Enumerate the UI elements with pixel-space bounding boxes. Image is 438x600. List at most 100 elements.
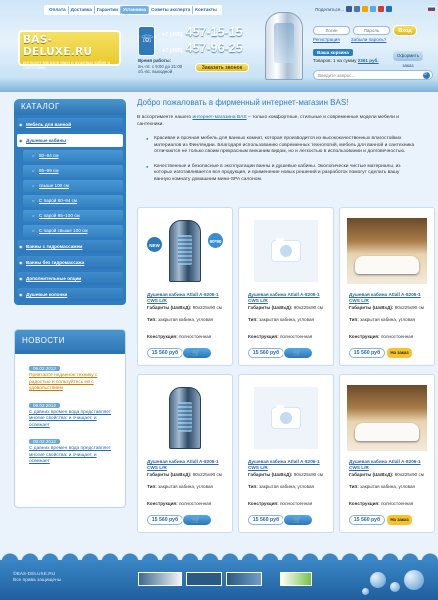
product-construction: Конструкция: полностоенная	[248, 334, 313, 339]
product-card[interactable]: Душевая кабина Atlall A-8206-1 CWS L/R Г…	[137, 374, 233, 533]
add-to-cart-button[interactable]	[283, 347, 313, 359]
product-size: Габариты (ШхВхД): 90х225х90 см	[349, 305, 424, 310]
register-link[interactable]: Регистрация	[313, 37, 340, 42]
product-title[interactable]: Душевая кабина Atlall A-8206-1 CWS L/R	[248, 459, 330, 471]
catalog-subitem[interactable]: 80–94 см	[23, 150, 123, 162]
nav-installation-link[interactable]: Установка	[120, 6, 150, 14]
counter-badge[interactable]	[226, 572, 262, 586]
add-to-cart-button[interactable]	[182, 347, 212, 359]
store-link[interactable]: интернет-магазина BAS	[192, 115, 246, 120]
twitter-icon[interactable]	[370, 6, 377, 12]
product-title[interactable]: Душевая кабина Atlall A-8206-1 CWS L/R	[349, 459, 431, 471]
order-call-button[interactable]: Заказать звонок	[195, 63, 249, 72]
top-navigation: Оплата Доставка Гарантии Установка Совет…	[44, 5, 222, 15]
product-title[interactable]: Душевая кабина Atlall A-8206-1 CWS L/R	[248, 292, 330, 304]
site-logo[interactable]: BAS-DELUXE.RU интернет-магазин ванн и ду…	[18, 30, 121, 70]
search-input[interactable]: Введите запрос...	[318, 73, 355, 78]
product-construction: Конструкция: полностоенная	[349, 501, 414, 506]
phone-block: +7 (495) 457-15-15 +7 (495) 457-96-25	[138, 24, 250, 60]
catalog-item-shower-columns[interactable]: Душевые колонки	[17, 288, 123, 301]
basket-title[interactable]: Ваша корзина	[313, 49, 353, 56]
phone-code: +7 (495)	[162, 48, 183, 54]
news-list: 09.02.2012 Приятайте неданное технику с …	[15, 354, 125, 466]
news-link[interactable]: С давних времен вода представляет многие…	[29, 446, 111, 464]
catalog-item-furniture[interactable]: Мебель для ванной	[17, 118, 123, 131]
vk-icon[interactable]	[354, 6, 361, 12]
news-link[interactable]: С давних времен вода представляет многие…	[29, 410, 111, 428]
language-flag-icon[interactable]	[428, 6, 435, 11]
catalog-item-baths[interactable]: Ванны без гидромассажа	[17, 256, 123, 269]
product-card[interactable]: NEW 90*90 Душевая кабина Atlall A-8206-1 …	[137, 207, 233, 366]
catalog-item-shower-cabins[interactable]: Душевые кабины	[17, 134, 123, 147]
nav-payment-link[interactable]: Оплата	[47, 6, 69, 14]
on-order-badge: На заказ	[387, 348, 412, 358]
forgot-password-link[interactable]: Забыли пароль?	[351, 37, 386, 42]
product-size: Габариты (ШхВхД): 90х225х90 см	[147, 305, 222, 310]
catalog-subitem[interactable]: С парой 95–100 см	[23, 210, 123, 222]
catalog-subitem[interactable]: С парой свыше 100 см	[23, 225, 123, 237]
basket-block: Ваша корзина Товаров: 1 на сумму 2361 ру…	[313, 49, 423, 68]
product-card[interactable]: Душевая кабина Atlall A-8206-1 CWS L/R Г…	[339, 207, 435, 366]
logo-name: BAS-DELUXE.RU	[23, 34, 93, 58]
main-content: Добро пожаловать в фирменный интернет-ма…	[137, 98, 435, 533]
add-to-cart-button[interactable]	[182, 514, 212, 526]
facebook-icon[interactable]	[346, 6, 353, 12]
product-price: 15 560 руб	[349, 515, 385, 525]
basket-sum[interactable]: 2361 руб.	[358, 58, 379, 63]
product-price: 15 560 руб	[349, 348, 385, 358]
intro-before: В ассортименте нашего	[137, 115, 193, 120]
intro-text: В ассортименте нашего интернет-магазина …	[137, 115, 423, 128]
product-image[interactable]	[169, 220, 201, 282]
product-construction: Конструкция: полностоенная	[147, 334, 212, 339]
product-title[interactable]: Душевая кабина Atlall A-8206-1 CWS L/R	[349, 292, 431, 304]
catalog-item-options[interactable]: Дополнительные опции	[17, 272, 123, 285]
catalog-title: КАТАЛОГ	[14, 99, 126, 115]
nav-expert-tips-link[interactable]: Советы эксперта	[149, 6, 194, 14]
product-card[interactable]: Душевая кабина Atlall A-8206-1 CWS L/R Г…	[238, 207, 334, 366]
catalog-subitem[interactable]: 95–99 см	[23, 165, 123, 177]
checkout-button[interactable]: Оформить заказ	[393, 51, 423, 68]
product-type: Тип: закрытая кабина, угловая	[349, 484, 416, 489]
mail-icon[interactable]	[386, 6, 393, 12]
add-to-cart-button[interactable]	[283, 514, 313, 526]
footer-copyright: ©BAS-DELUXE.RU Все права защищены	[13, 572, 61, 584]
product-image-placeholder[interactable]	[254, 387, 318, 449]
product-photo	[347, 218, 427, 284]
basket-count: Товаров: 1 на сумму	[313, 58, 357, 63]
product-image[interactable]	[347, 218, 427, 284]
phone-line-1: +7 (495) 457-15-15	[162, 25, 243, 39]
logo-tagline: интернет-магазин ванн и душевых кабин и …	[23, 60, 110, 70]
product-card[interactable]: Душевая кабина Atlall A-8206-1 CWS L/R Г…	[339, 374, 435, 533]
news-link[interactable]: Приятайте неданное технику с радостью и …	[29, 373, 97, 391]
nav-delivery-link[interactable]: Доставка	[69, 6, 95, 14]
login-button[interactable]: Вход	[393, 25, 417, 36]
product-title[interactable]: Душевая кабина Atlall A-8206-1 CWS L/R	[147, 292, 229, 304]
nav-warranty-link[interactable]: Гарантии	[95, 6, 121, 14]
product-card[interactable]: Душевая кабина Atlall A-8206-1 CWS L/R Г…	[238, 374, 334, 533]
odnoklassniki-icon[interactable]	[362, 6, 369, 12]
login-input[interactable]: Логин	[313, 26, 350, 35]
product-price: 15 560 руб	[248, 515, 284, 525]
camera-icon	[272, 405, 300, 428]
product-image[interactable]	[169, 387, 201, 449]
product-title[interactable]: Душевая кабина Atlall A-8206-1 CWS L/R	[147, 459, 229, 471]
counter-badge[interactable]	[280, 572, 312, 586]
google-icon[interactable]	[378, 6, 385, 12]
login-form: Логин Пароль Вход	[313, 25, 417, 36]
share-label[interactable]: Поделиться...	[315, 7, 344, 12]
counter-badge[interactable]	[186, 572, 222, 586]
counter-badge[interactable]	[138, 572, 182, 586]
catalog-item-hydromassage-baths[interactable]: Ванны с гидромассажем	[17, 240, 123, 253]
product-image-placeholder[interactable]	[254, 220, 318, 282]
product-size: Габариты (ШхВхД): 90х225х90 см	[349, 472, 424, 477]
product-image[interactable]	[347, 385, 427, 451]
product-photo	[246, 218, 326, 284]
shower-cabin-image	[255, 6, 312, 84]
catalog-subitem[interactable]: С парой 80–94 см	[23, 195, 123, 207]
password-input[interactable]: Пароль	[353, 26, 390, 35]
on-order-badge: На заказ	[387, 515, 412, 525]
catalog-subitem[interactable]: свыше 100 см	[23, 180, 123, 192]
nav-contacts-link[interactable]: Контакты	[193, 6, 219, 14]
feature-item: Качественные и безопасные в эксплуатации…	[146, 164, 415, 184]
product-price: 15 560 руб	[147, 348, 183, 358]
